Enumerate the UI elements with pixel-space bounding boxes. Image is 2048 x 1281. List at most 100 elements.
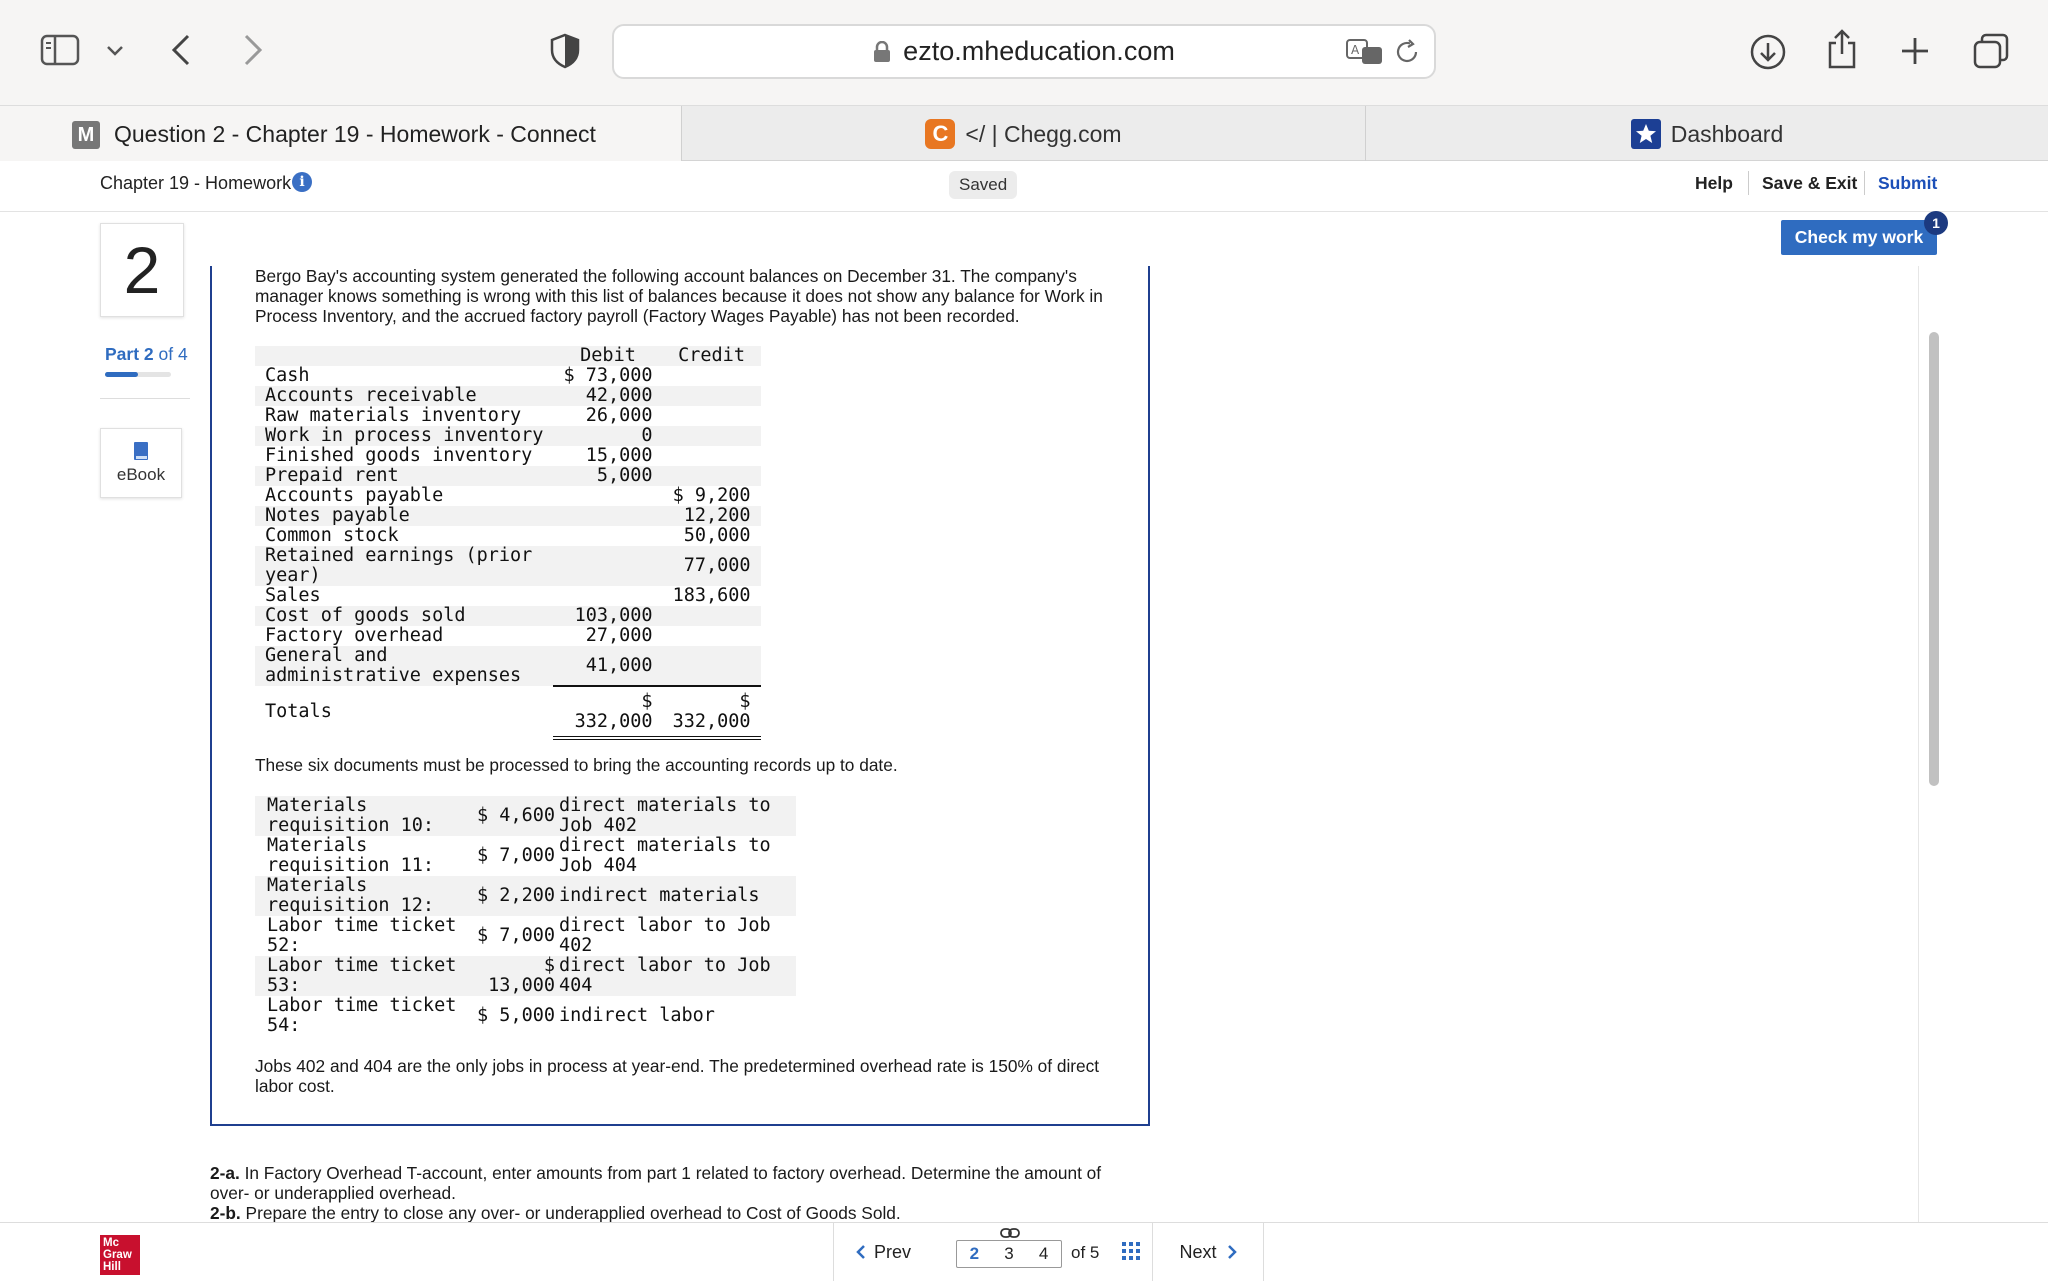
grid-icon[interactable]: [1122, 1242, 1140, 1260]
document-name: Labor time ticket 53:: [255, 956, 471, 996]
debit-value: 103,000: [553, 606, 663, 626]
translate-icon[interactable]: A: [1346, 38, 1384, 66]
credit-value: [663, 366, 761, 386]
check-count-badge: 1: [1924, 211, 1948, 235]
back-icon[interactable]: [166, 32, 196, 68]
debit-value: 27,000: [585, 625, 653, 646]
account-name: Common stock: [265, 525, 399, 546]
tab-chegg[interactable]: C </ | Chegg.com: [681, 106, 1365, 162]
credit-value: 77,000: [662, 546, 761, 586]
account-name: Work in process inventory: [255, 426, 554, 446]
part-b-text: Prepare the entry to close any over- or …: [245, 1203, 901, 1223]
table-row: Common stock 50,000: [255, 526, 761, 546]
info-icon[interactable]: i: [292, 172, 312, 192]
credit-total: $ 332,000: [662, 685, 761, 740]
chevron-left-icon: [856, 1244, 866, 1260]
table-row: Sales 183,600: [255, 586, 761, 606]
document-amount: $ 2,200: [471, 876, 555, 916]
tab-dashboard[interactable]: Dashboard: [1365, 106, 2048, 162]
debit-value: 26,000: [585, 405, 653, 426]
new-tab-icon[interactable]: [1898, 34, 1932, 68]
account-name: Cost of goods sold: [255, 606, 554, 626]
document-desc: direct labor to Job 404: [555, 956, 796, 996]
part-number: 2: [143, 344, 154, 364]
forward-icon[interactable]: [238, 32, 268, 68]
debit-value: 42,000: [553, 386, 663, 406]
browser-toolbar: ezto.mheducation.com A: [0, 0, 2048, 105]
svg-text:A: A: [1351, 43, 1360, 57]
table-header-row: Debit Credit: [255, 346, 761, 366]
save-exit-link[interactable]: Save & Exit: [1762, 173, 1857, 194]
sidebar-toggle-icon[interactable]: [40, 34, 80, 66]
part-progress-fill: [105, 372, 138, 377]
link-icon: [1000, 1227, 1020, 1239]
logo-line: Mc: [103, 1237, 119, 1249]
page-current[interactable]: 2: [970, 1244, 979, 1264]
debit-value: [553, 526, 662, 546]
document-desc: direct materials to Job 404: [559, 835, 771, 876]
documents-intro: These six documents must be processed to…: [255, 755, 898, 775]
url-bar[interactable]: ezto.mheducation.com A: [612, 24, 1436, 79]
table-row: Materials requisition 10: $ 4,600 direct m…: [255, 796, 796, 836]
debit-value: 41,000: [553, 646, 663, 686]
part-b-label: 2-b.: [210, 1203, 241, 1223]
credit-value: [662, 646, 761, 686]
account-name: Accounts payable: [265, 485, 444, 506]
document-desc: indirect materials: [555, 876, 796, 916]
document-name: Materials requisition 10:: [255, 796, 471, 836]
document-name: Materials requisition 11:: [267, 835, 435, 876]
credit-value: [662, 466, 761, 486]
credit-value: $ 9,200: [672, 485, 751, 506]
table-row: General and administrative expenses 41,00…: [255, 646, 761, 686]
shield-icon[interactable]: [548, 32, 582, 70]
table-row: Finished goods inventory 15,000: [255, 446, 761, 466]
download-icon[interactable]: [1748, 32, 1788, 72]
page-navigator[interactable]: 2 3 4: [956, 1240, 1062, 1268]
part-a-label: 2-a.: [210, 1163, 240, 1183]
logo-line: Hill: [103, 1261, 121, 1273]
next-button[interactable]: Next: [1152, 1223, 1264, 1281]
ebook-button[interactable]: eBook: [100, 428, 182, 498]
table-row: Notes payable 12,200: [255, 506, 761, 526]
chevron-down-icon[interactable]: [104, 40, 126, 62]
document-desc: direct labor to Job 402: [559, 915, 771, 956]
credit-value: [662, 386, 761, 406]
url-text: ezto.mheducation.com: [903, 36, 1175, 66]
check-my-work-label: Check my work: [1794, 227, 1924, 247]
question-number: 2: [123, 233, 161, 307]
debit-value: [553, 546, 663, 586]
reload-icon[interactable]: [1394, 39, 1420, 65]
document-desc: indirect labor: [559, 1005, 715, 1026]
credit-header: Credit: [662, 346, 761, 366]
table-row: Raw materials inventory 26,000: [255, 406, 761, 426]
divider: [1748, 171, 1749, 195]
sidebar-divider: [100, 398, 190, 399]
page-item[interactable]: 3: [1004, 1244, 1013, 1264]
check-my-work-button[interactable]: Check my work: [1781, 220, 1937, 255]
table-row: Labor time ticket 54: $ 5,000 indirect lab…: [255, 996, 796, 1036]
question-footer: Mc Graw Hill Prev 2 3 4 of 5 Next: [0, 1222, 2048, 1281]
share-icon[interactable]: [1824, 28, 1860, 70]
question-number-card: 2: [100, 223, 184, 317]
chevron-right-icon: [1227, 1244, 1237, 1260]
page-total: of 5: [1071, 1243, 1100, 1262]
tab-connect[interactable]: M Question 2 - Chapter 19 - Homework - C…: [0, 106, 681, 162]
debit-value: [553, 506, 663, 526]
scrollbar-thumb[interactable]: [1929, 332, 1939, 786]
header-blank: [255, 346, 554, 366]
table-row: Prepaid rent 5,000: [255, 466, 761, 486]
document-amount: $ 5,000: [477, 1005, 555, 1026]
prev-button[interactable]: Prev: [833, 1223, 933, 1281]
credit-value: 183,600: [672, 585, 751, 606]
scrollbar-track[interactable]: [1918, 266, 1948, 1222]
table-row: Materials requisition 12: $ 2,200 indirect…: [255, 876, 796, 916]
page-item[interactable]: 4: [1039, 1244, 1048, 1264]
tab-chegg-label: </ | Chegg.com: [965, 120, 1122, 147]
tab-overview-icon[interactable]: [1972, 32, 2010, 70]
help-link[interactable]: Help: [1695, 173, 1733, 194]
credit-value: 12,200: [662, 506, 761, 526]
mcgraw-favicon: M: [72, 121, 100, 149]
assignment-title: Chapter 19 - Homework: [100, 173, 292, 193]
submit-link[interactable]: Submit: [1878, 173, 1937, 194]
credit-value: [663, 446, 761, 466]
